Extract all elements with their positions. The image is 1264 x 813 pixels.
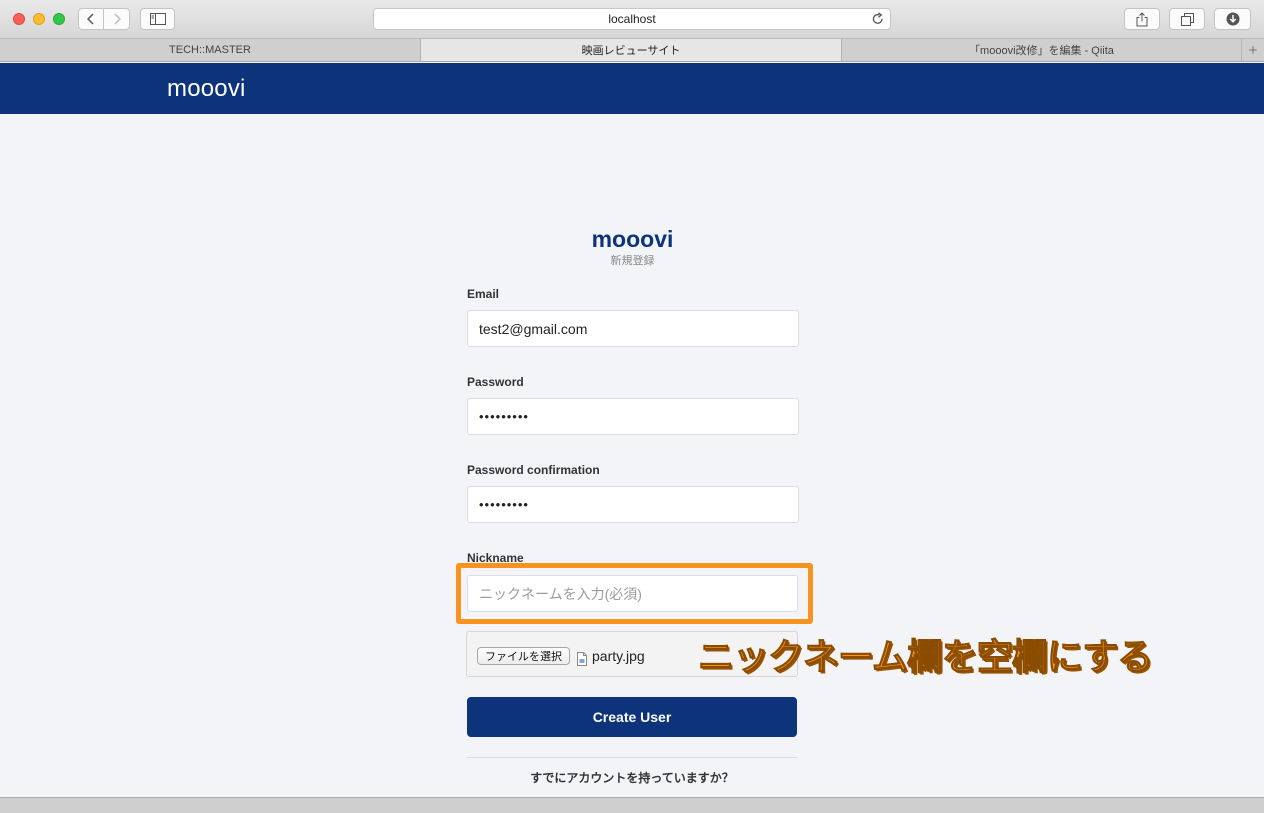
navigation-buttons [78, 8, 131, 30]
password-confirmation-label: Password confirmation [467, 463, 600, 477]
file-icon [577, 652, 587, 666]
tabs-icon [1180, 12, 1194, 26]
url-text: localhost [608, 12, 656, 26]
email-label: Email [467, 287, 500, 301]
forward-button[interactable] [104, 8, 130, 30]
chevron-right-icon [113, 13, 121, 25]
tab-movie-review[interactable]: 映画レビューサイト [421, 39, 842, 61]
address-bar[interactable]: localhost [373, 8, 891, 30]
close-window-button[interactable] [13, 13, 25, 25]
password-label: Password [467, 375, 524, 389]
password-field[interactable]: ••••••••• [467, 398, 799, 435]
sidebar-toggle-button[interactable] [140, 8, 175, 30]
selected-file-name: party.jpg [592, 648, 645, 664]
divider [467, 757, 797, 758]
form-brand: mooovi [591, 226, 674, 252]
email-field[interactable]: test2@gmail.com [467, 310, 799, 347]
annotation-text: ニックネーム欄を空欄にする [697, 636, 1153, 678]
chevron-left-icon [87, 13, 94, 25]
browser-toolbar: localhost [0, 0, 1264, 39]
tab-tech-master[interactable]: TECH::MASTER [0, 39, 421, 61]
share-icon [1136, 11, 1148, 26]
tabs-overview-button[interactable] [1169, 8, 1205, 30]
password-confirmation-field[interactable]: ••••••••• [467, 486, 799, 523]
window-bottom-bar [0, 797, 1264, 813]
share-button[interactable] [1124, 8, 1160, 30]
zoom-window-button[interactable] [53, 13, 65, 25]
annotation-highlight-box [456, 563, 813, 624]
sidebar-icon [149, 13, 166, 25]
create-user-button[interactable]: Create User [467, 697, 797, 737]
downloads-button[interactable] [1214, 8, 1251, 30]
minimize-window-button[interactable] [33, 13, 45, 25]
download-icon [1226, 12, 1239, 26]
back-button[interactable] [78, 8, 104, 30]
tab-bar: TECH::MASTER 映画レビューサイト 「mooovi改修」を編集 - Q… [0, 39, 1264, 62]
form-subtitle: 新規登録 [610, 255, 655, 267]
tab-qiita-edit[interactable]: 「mooovi改修」を編集 - Qiita [842, 39, 1242, 61]
site-header: mooovi [0, 63, 1264, 114]
reload-icon [872, 12, 883, 24]
site-logo[interactable]: mooovi [167, 75, 246, 103]
login-link[interactable]: すでにアカウントを持っていますか？ [467, 769, 797, 786]
reload-button[interactable] [872, 12, 884, 28]
new-tab-button[interactable]: + [1242, 39, 1264, 61]
choose-file-button[interactable]: ファイルを選択 [477, 647, 570, 665]
